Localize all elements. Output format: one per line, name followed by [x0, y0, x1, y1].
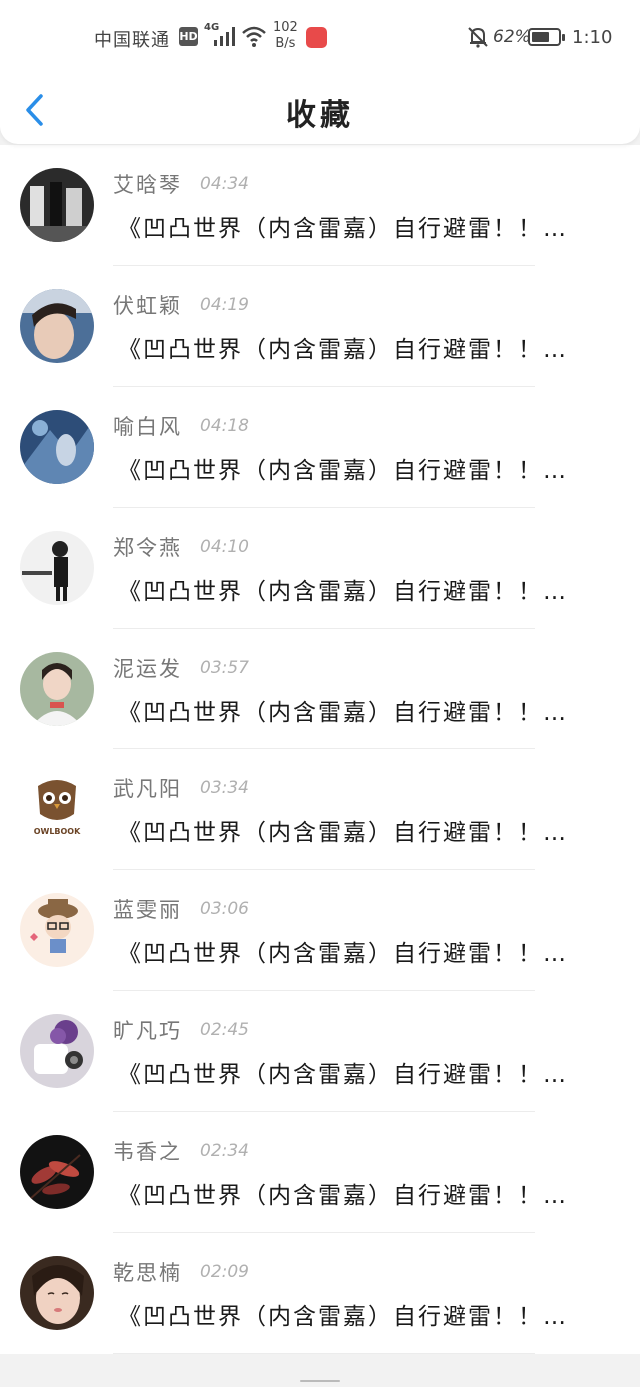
- avatar: [20, 288, 94, 363]
- message-time: 03:57: [200, 657, 249, 678]
- message-preview: 《凹凸世界（内含雷嘉）自行避雷！！…: [118, 1062, 568, 1089]
- favorites-list: 艾晗琴 04:34 《凹凸世界（内含雷嘉）自行避雷！！… 伏虹颖 04:19 《…: [0, 145, 640, 1354]
- battery-percent: 62%: [493, 27, 531, 47]
- signal-icon: [214, 27, 235, 46]
- message-time: 02:45: [200, 1020, 249, 1041]
- message-time: 04:34: [200, 174, 249, 194]
- bottom-area: [0, 1354, 640, 1387]
- sender-name: 武凡阳: [113, 777, 182, 802]
- message-preview: 《凹凸世界（内含雷嘉）自行避雷！！…: [118, 578, 568, 605]
- avatar: [20, 1135, 94, 1210]
- list-item[interactable]: 艾晗琴 04:34 《凹凸世界（内含雷嘉）自行避雷！！…: [0, 145, 640, 266]
- app-badge-icon: [306, 27, 327, 48]
- avatar: [20, 893, 94, 968]
- list-item[interactable]: 伏虹颖 04:19 《凹凸世界（内含雷嘉）自行避雷！！…: [0, 266, 640, 387]
- sender-name: 乾思楠: [113, 1261, 182, 1286]
- message-preview: 《凹凸世界（内含雷嘉）自行避雷！！…: [118, 216, 568, 242]
- message-preview: 《凹凸世界（内含雷嘉）自行避雷！！…: [118, 457, 568, 484]
- message-time: 04:19: [200, 294, 249, 315]
- message-time: 04:10: [200, 536, 249, 557]
- list-item[interactable]: 泥运发 03:57 《凹凸世界（内含雷嘉）自行避雷！！…: [0, 629, 640, 750]
- network-speed: 102 B/s: [273, 20, 298, 52]
- avatar-text: OWLBOOK: [34, 827, 81, 836]
- sender-name: 韦香之: [113, 1140, 182, 1165]
- sender-name: 艾晗琴: [113, 173, 182, 197]
- carrier-label: 中国联通: [94, 30, 170, 51]
- clock: 1:10: [572, 27, 613, 48]
- message-time: 03:34: [200, 778, 249, 799]
- battery-icon: [528, 28, 565, 46]
- hd-icon: HD: [179, 27, 198, 46]
- message-time: 02:34: [200, 1141, 249, 1162]
- sender-name: 伏虹颖: [113, 293, 182, 318]
- list-item[interactable]: 旷凡巧 02:45 《凹凸世界（内含雷嘉）自行避雷！！…: [0, 991, 640, 1113]
- message-time: 02:09: [200, 1262, 249, 1283]
- avatar: [20, 1014, 94, 1089]
- bell-muted-icon: [468, 27, 488, 48]
- message-preview: 《凹凸世界（内含雷嘉）自行避雷！！…: [118, 336, 568, 363]
- list-item[interactable]: 蓝雯丽 03:06 《凹凸世界（内含雷嘉）自行避雷！！…: [0, 870, 640, 992]
- avatar: [20, 651, 94, 726]
- list-item[interactable]: OWLBOOK 武凡阳 03:34 《凹凸世界（内含雷嘉）自行避雷！！…: [0, 749, 640, 871]
- status-bar: 中国联通 HD 4G 102 B/s 62% 1:10: [0, 0, 640, 76]
- list-item[interactable]: 乾思楠 02:09 《凹凸世界（内含雷嘉）自行避雷！！…: [0, 1233, 640, 1354]
- message-preview: 《凹凸世界（内含雷嘉）自行避雷！！…: [118, 1183, 568, 1210]
- sender-name: 喻白风: [113, 414, 182, 439]
- home-indicator: [300, 1380, 340, 1382]
- message-time: 03:06: [200, 899, 249, 920]
- avatar: [20, 530, 94, 605]
- message-preview: 《凹凸世界（内含雷嘉）自行避雷！！…: [118, 699, 568, 726]
- wifi-icon: [242, 26, 266, 47]
- battery-fill: [532, 32, 549, 42]
- avatar: [20, 1256, 94, 1331]
- message-preview: 《凹凸世界（内含雷嘉）自行避雷！！…: [118, 1304, 568, 1331]
- sender-name: 郑令燕: [113, 535, 182, 560]
- sender-name: 泥运发: [113, 656, 182, 681]
- sender-name: 旷凡巧: [113, 1019, 182, 1044]
- network-speed-value: 102: [273, 20, 298, 35]
- network-speed-unit: B/s: [275, 36, 296, 51]
- list-item[interactable]: 韦香之 02:34 《凹凸世界（内含雷嘉）自行避雷！！…: [0, 1112, 640, 1234]
- page-title: 收藏: [286, 98, 354, 133]
- list-item[interactable]: 喻白风 04:18 《凹凸世界（内含雷嘉）自行避雷！！…: [0, 387, 640, 508]
- list-item[interactable]: 郑令燕 04:10 《凹凸世界（内含雷嘉）自行避雷！！…: [0, 508, 640, 629]
- sender-name: 蓝雯丽: [113, 898, 182, 923]
- message-preview: 《凹凸世界（内含雷嘉）自行避雷！！…: [118, 941, 568, 968]
- top-bar: 中国联通 HD 4G 102 B/s 62% 1:10 收藏: [0, 0, 640, 144]
- message-preview: 《凹凸世界（内含雷嘉）自行避雷！！…: [118, 820, 568, 847]
- avatar: [20, 409, 94, 484]
- message-time: 04:18: [200, 415, 249, 436]
- nav-bar: 收藏: [0, 76, 640, 144]
- avatar: OWLBOOK: [20, 772, 94, 847]
- avatar: [20, 168, 94, 242]
